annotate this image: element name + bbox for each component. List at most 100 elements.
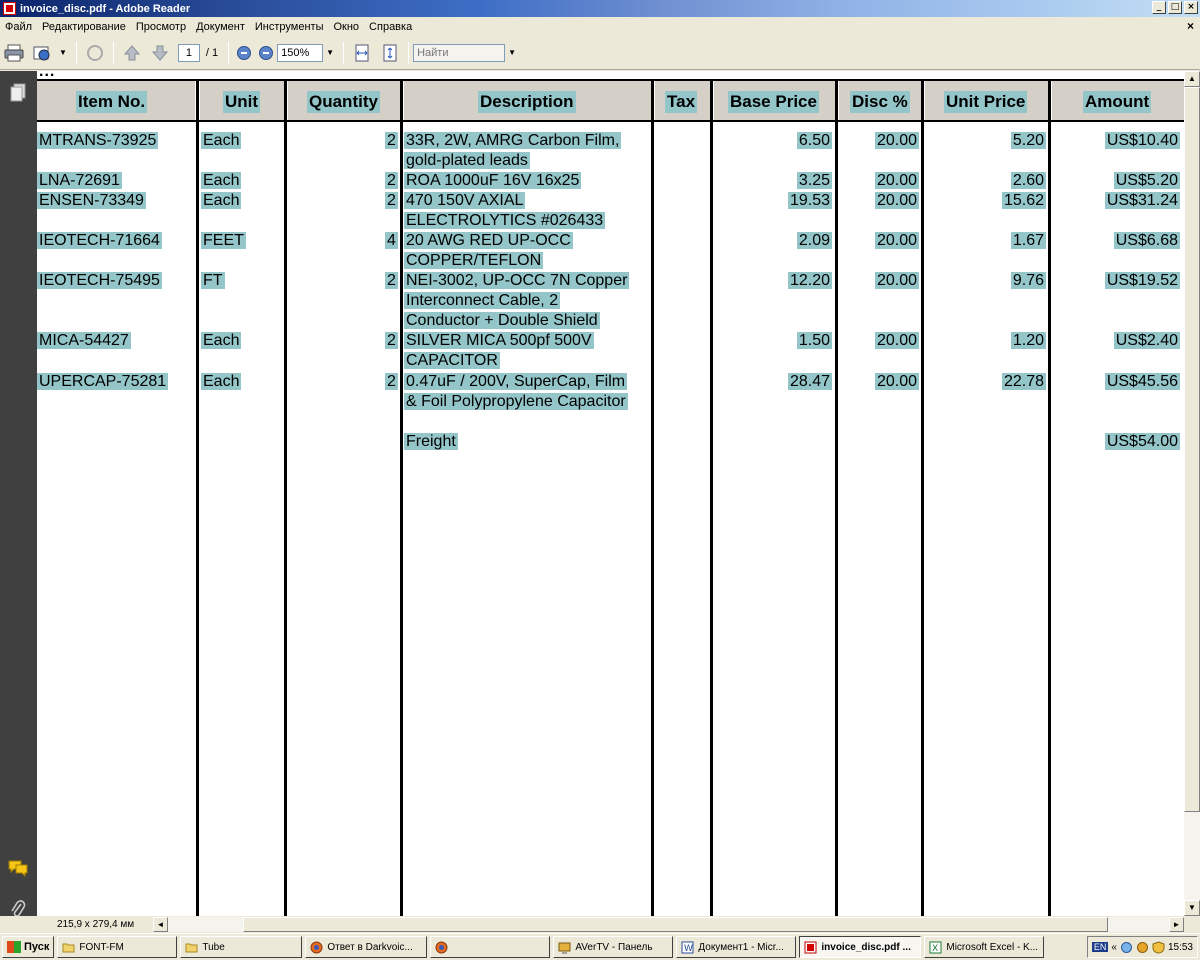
menu-file[interactable]: Файл <box>0 21 37 33</box>
toolbar-separator <box>408 41 410 64</box>
cell-amount: US$31.24 <box>1104 192 1180 209</box>
language-indicator[interactable]: EN <box>1091 942 1109 952</box>
toolbar-separator <box>228 41 230 64</box>
menu-tools[interactable]: Инструменты <box>250 21 329 33</box>
print-icon[interactable] <box>3 42 25 64</box>
email-dropdown-icon[interactable]: ▼ <box>59 48 67 57</box>
cell-unit-price: 22.78 <box>1001 373 1046 390</box>
cell-disc: 20.00 <box>874 272 919 289</box>
horizontal-scrollbar[interactable]: ◄ ► <box>153 917 1184 932</box>
cell-amount: US$6.68 <box>1113 232 1180 249</box>
maximize-button[interactable]: □ <box>1168 1 1182 14</box>
zoom-input[interactable]: 150% <box>277 43 324 62</box>
toolbar-separator <box>112 41 114 64</box>
page-size-readout: 215,9 x 279,4 мм <box>57 919 135 930</box>
cell-description-line: & Foil Polypropylene Capacitor <box>404 393 628 410</box>
cell-base-price: 3.25 <box>796 172 832 189</box>
cell-item-no: MICA-54427 <box>37 332 131 349</box>
taskbar-item[interactable]: FONT-FM <box>57 936 178 958</box>
header-quantity: Quantity <box>307 91 380 113</box>
header-base-price: Base Price <box>728 91 819 113</box>
cell-amount: US$2.40 <box>1113 332 1180 349</box>
cell-quantity: 2 <box>385 332 398 349</box>
pages-icon[interactable] <box>8 83 28 103</box>
search-dropdown-icon[interactable]: ▼ <box>508 48 516 57</box>
taskbar-item[interactable] <box>430 936 551 958</box>
cell-base-price: 12.20 <box>787 272 832 289</box>
cell-disc: 20.00 <box>874 192 919 209</box>
antivirus-icon[interactable] <box>1136 941 1149 954</box>
cell-description-line: CAPACITOR <box>404 352 500 369</box>
menu-edit[interactable]: Редактирование <box>37 21 131 33</box>
firefox-icon <box>435 941 448 953</box>
comments-icon[interactable] <box>8 859 28 879</box>
next-page-icon[interactable] <box>149 42 171 64</box>
column-divider <box>921 79 924 916</box>
cell-unit-price: 1.67 <box>1010 232 1046 249</box>
cell-disc: 20.00 <box>874 332 919 349</box>
fit-page-icon[interactable] <box>379 42 401 64</box>
title-bar: invoice_disc.pdf - Adobe Reader _ □ × <box>0 0 1200 17</box>
scroll-up-icon[interactable]: ▲ <box>1184 71 1200 87</box>
tray-expand-icon[interactable]: « <box>1111 942 1117 953</box>
cell-amount: US$45.56 <box>1104 373 1180 390</box>
cell-item-no: LNA-72691 <box>37 172 122 189</box>
taskbar-item[interactable]: X Microsoft Excel - K... <box>924 936 1045 958</box>
cell-unit: FEET <box>201 232 246 249</box>
horizontal-scroll-thumb[interactable] <box>243 917 1108 932</box>
taskbar-item-active[interactable]: invoice_disc.pdf ... <box>799 936 922 958</box>
zoom-dropdown-icon[interactable]: ▼ <box>326 48 334 57</box>
collaborate-icon[interactable] <box>84 42 106 64</box>
zoom-in-icon[interactable] <box>259 45 274 60</box>
menu-window[interactable]: Окно <box>328 21 364 33</box>
taskbar-item[interactable]: AVerTV - Панель <box>553 936 674 958</box>
header-top-border <box>37 79 1184 81</box>
cell-base-price: 28.47 <box>787 373 832 390</box>
navigation-panel <box>0 71 37 917</box>
windows-logo-icon <box>7 941 21 953</box>
page-total: / 1 <box>205 46 219 59</box>
cell-quantity: 2 <box>385 132 398 149</box>
scroll-right-icon[interactable]: ► <box>1169 917 1184 932</box>
shield-icon[interactable] <box>1152 940 1165 954</box>
header-bottom-border <box>37 120 1184 122</box>
cell-base-price: 2.09 <box>796 232 832 249</box>
cell-description-line: gold-plated leads <box>404 152 530 169</box>
page-number-input[interactable]: 1 <box>177 43 200 62</box>
email-icon[interactable] <box>31 42 53 64</box>
close-document-icon[interactable]: × <box>1187 19 1194 33</box>
firefox-icon <box>310 941 323 953</box>
taskbar-item[interactable]: Tube <box>180 936 303 958</box>
scroll-left-icon[interactable]: ◄ <box>153 917 168 932</box>
column-divider <box>284 79 287 916</box>
freight-amount: US$54.00 <box>1104 433 1180 450</box>
menu-view[interactable]: Просмотр <box>131 21 191 33</box>
cell-item-no: UPERCAP-75281 <box>37 373 169 390</box>
close-button[interactable]: × <box>1184 1 1198 14</box>
taskbar-item[interactable]: Ответ в Darkvoic... <box>305 936 428 958</box>
network-icon[interactable] <box>1120 941 1133 954</box>
header-description: Description <box>478 91 576 113</box>
menu-help[interactable]: Справка <box>364 21 417 33</box>
cell-unit: Each <box>201 132 242 149</box>
vertical-scrollbar[interactable]: ▲ ▼ <box>1184 71 1200 916</box>
scroll-down-icon[interactable]: ▼ <box>1184 900 1200 916</box>
excel-icon: X <box>929 941 942 954</box>
start-button[interactable]: Пуск <box>2 936 55 958</box>
zoom-out-icon[interactable] <box>237 45 252 60</box>
freight-label: Freight <box>404 433 458 450</box>
column-divider <box>710 79 713 916</box>
toolbar: ▼ 1 / 1 150% ▼ ▼ <box>0 36 1200 70</box>
fit-width-icon[interactable] <box>351 42 373 64</box>
cell-disc: 20.00 <box>874 232 919 249</box>
vertical-scroll-thumb[interactable] <box>1184 87 1200 812</box>
menu-document[interactable]: Документ <box>191 21 250 33</box>
search-input[interactable] <box>413 43 506 62</box>
document-view[interactable]: ... Item No. Unit Quantity Description T… <box>37 71 1184 916</box>
header-amount: Amount <box>1083 91 1152 113</box>
previous-page-icon[interactable] <box>121 42 143 64</box>
taskbar-item[interactable]: W Документ1 - Micr... <box>676 936 797 958</box>
cell-amount: US$10.40 <box>1104 132 1180 149</box>
minimize-button[interactable]: _ <box>1152 1 1166 14</box>
cell-item-no: MTRANS-73925 <box>37 132 159 149</box>
